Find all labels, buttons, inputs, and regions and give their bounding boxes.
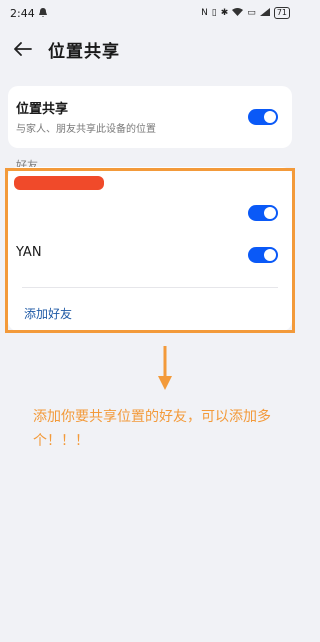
- bluetooth-icon: ✱: [220, 8, 229, 18]
- location-share-row: 位置共享 与家人、朋友共享此设备的位置: [16, 98, 284, 135]
- down-arrow-icon: [155, 346, 175, 391]
- wifi-icon: [232, 7, 244, 19]
- nfc-icon: N: [201, 8, 208, 18]
- vibrate-icon: ▯: [211, 8, 217, 18]
- signal-icon: [259, 7, 270, 19]
- notification-icon: [38, 7, 47, 20]
- annotation-text: 添加你要共享位置的好友，可以添加多个！！！: [33, 409, 271, 449]
- location-share-subtitle: 与家人、朋友共享此设备的位置: [16, 124, 156, 135]
- location-share-toggle[interactable]: [248, 109, 278, 125]
- status-time: 2:44: [10, 6, 35, 20]
- highlight-box: [5, 168, 295, 333]
- sim-icon: ▭: [247, 8, 256, 18]
- back-arrow-icon[interactable]: [12, 38, 34, 60]
- battery-icon: 71: [273, 7, 290, 19]
- location-share-title: 位置共享: [16, 102, 69, 117]
- location-share-card: 位置共享 与家人、朋友共享此设备的位置: [8, 86, 292, 148]
- status-bar: 2:44 N ▯ ✱ ▭ 71: [0, 0, 300, 26]
- top-app-bar: 位置共享: [0, 30, 300, 68]
- page-title: 位置共享: [48, 41, 120, 62]
